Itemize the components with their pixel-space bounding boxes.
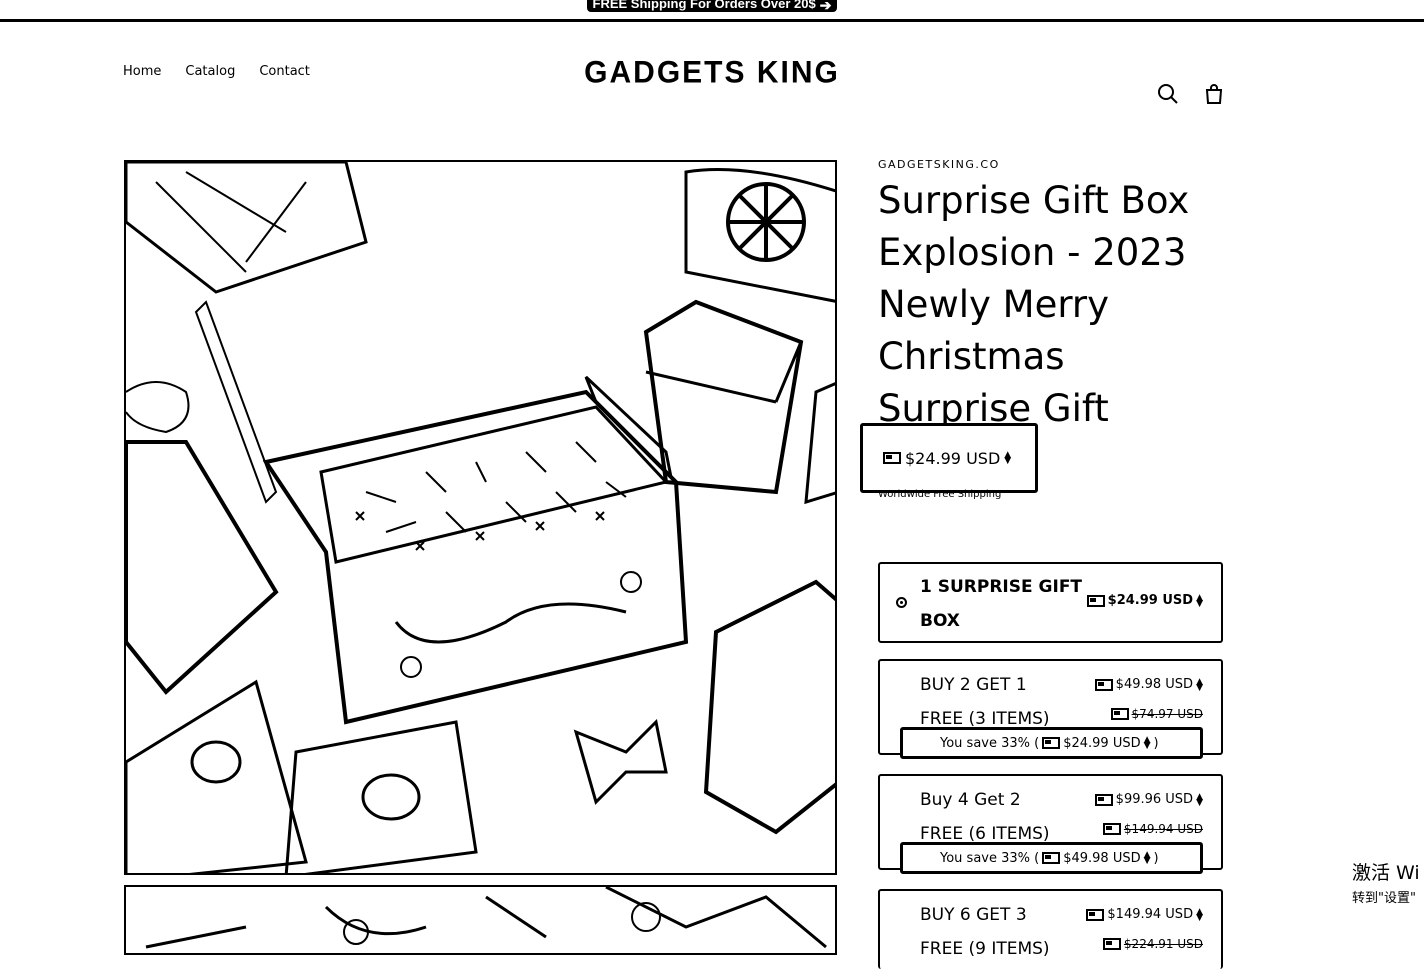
watermark-line-1: 激活 Wi: [1352, 862, 1420, 884]
announcement-text: FREE Shipping For Orders Over 20$: [592, 0, 816, 11]
savings-badge: You save 33% ( $24.99 USD ▲ ▼ ): [900, 727, 1203, 759]
offer-option-4[interactable]: BUY 6 GET 3 FREE (9 ITEMS) $149.94 USD ▲…: [878, 889, 1223, 969]
product-price: $24.99 USD: [905, 448, 1001, 468]
sort-arrows-icon: ▲ ▼: [1196, 791, 1203, 808]
sort-arrows-icon: ▲ ▼: [1196, 592, 1203, 609]
offer-compare-price: $74.97 USD: [1110, 707, 1203, 721]
us-flag-icon: [1094, 793, 1113, 806]
cart-icon[interactable]: [1202, 82, 1226, 106]
windows-activation-watermark: 激活 Wi 转到"设置": [1352, 858, 1420, 906]
offer-price: $149.94 USD ▲ ▼: [1086, 907, 1203, 922]
offer-title: 1 SURPRISE GIFT BOX: [920, 577, 1083, 631]
announcement-link[interactable]: FREE Shipping For Orders Over 20$ ➔: [586, 0, 838, 12]
us-flag-icon: [883, 452, 901, 464]
us-flag-icon: [1042, 852, 1061, 864]
shipping-note: Worldwide Free Shipping: [878, 489, 1002, 500]
offer-title: BUY 6 GET 3 FREE (9 ITEMS): [920, 905, 1050, 959]
product-vendor: GADGETSKING.CO: [878, 158, 1000, 171]
savings-suffix: ): [1153, 735, 1159, 751]
savings-suffix: ): [1153, 850, 1159, 866]
offer-compare-price: $224.91 USD: [1102, 937, 1203, 951]
sort-arrows-icon: ▲ ▼: [1196, 906, 1203, 923]
offer-price-value: $24.99 USD: [1107, 593, 1194, 608]
search-icon[interactable]: [1156, 82, 1180, 106]
us-flag-icon: [1094, 678, 1113, 691]
sort-arrows-icon: ▲ ▼: [1143, 850, 1151, 866]
announcement-bar: FREE Shipping For Orders Over 20$ ➔: [0, 0, 1424, 22]
offer-title: BUY 2 GET 1 FREE (3 ITEMS): [920, 675, 1050, 729]
offer-title: Buy 4 Get 2 FREE (6 ITEMS): [920, 790, 1050, 844]
offer-compare-value: $74.97 USD: [1131, 707, 1203, 721]
offer-price-value: $149.94 USD: [1107, 907, 1194, 922]
offer-option-1[interactable]: 1 SURPRISE GIFT BOX $24.99 USD ▲ ▼: [878, 562, 1223, 643]
savings-badge: You save 33% ( $49.98 USD ▲ ▼ ): [900, 842, 1203, 874]
gift-box-illustration: [126, 162, 835, 873]
savings-amount: $24.99 USD: [1063, 735, 1141, 751]
offer-price: $24.99 USD ▲ ▼: [1086, 592, 1203, 609]
offer-option-2[interactable]: BUY 2 GET 1 FREE (3 ITEMS) $49.98 USD ▲ ▼…: [878, 659, 1223, 759]
savings-label: You save 33% (: [940, 735, 1040, 751]
us-flag-icon: [1086, 594, 1105, 607]
product-main-image[interactable]: [124, 160, 837, 875]
offer-price: $99.96 USD ▲ ▼: [1094, 791, 1203, 808]
us-flag-icon: [1042, 737, 1061, 749]
offer-price-value: $99.96 USD: [1115, 792, 1194, 807]
savings-label: You save 33% (: [940, 850, 1040, 866]
product-title: Surprise Gift Box Explosion - 2023 Newly…: [878, 179, 1190, 430]
gift-box-illustration-secondary: [145, 887, 827, 949]
arrow-right-icon: ➔: [819, 0, 832, 12]
offer-price: $49.98 USD ▲ ▼: [1094, 676, 1203, 693]
site-header: Home Catalog Contact GADGETS KING: [0, 22, 1424, 122]
us-flag-icon: [1102, 823, 1121, 835]
header-icons: [1156, 82, 1226, 106]
us-flag-icon: [1086, 908, 1105, 921]
sort-arrows-icon: ▲ ▼: [1004, 450, 1012, 466]
product-thumbnail-image[interactable]: [124, 885, 837, 955]
sort-arrows-icon: ▲ ▼: [1143, 735, 1151, 751]
offer-price-value: $49.98 USD: [1115, 677, 1194, 692]
watermark-line-2: 转到"设置": [1352, 891, 1416, 906]
us-flag-icon: [1102, 938, 1121, 950]
us-flag-icon: [1110, 708, 1129, 720]
offer-compare-value: $149.94 USD: [1123, 822, 1203, 836]
offer-compare-price: $149.94 USD: [1102, 822, 1203, 836]
offer-option-3[interactable]: Buy 4 Get 2 FREE (6 ITEMS) $99.96 USD ▲ ▼…: [878, 774, 1223, 874]
offer-compare-value: $224.91 USD: [1123, 937, 1203, 951]
price-currency-selector[interactable]: $24.99 USD ▲ ▼: [860, 423, 1038, 493]
sort-arrows-icon: ▲ ▼: [1196, 676, 1203, 693]
savings-amount: $49.98 USD: [1063, 850, 1141, 866]
product-info: GADGETSKING.CO Surprise Gift Box Explosi…: [878, 158, 1223, 435]
radio-selected-icon[interactable]: [896, 597, 907, 608]
